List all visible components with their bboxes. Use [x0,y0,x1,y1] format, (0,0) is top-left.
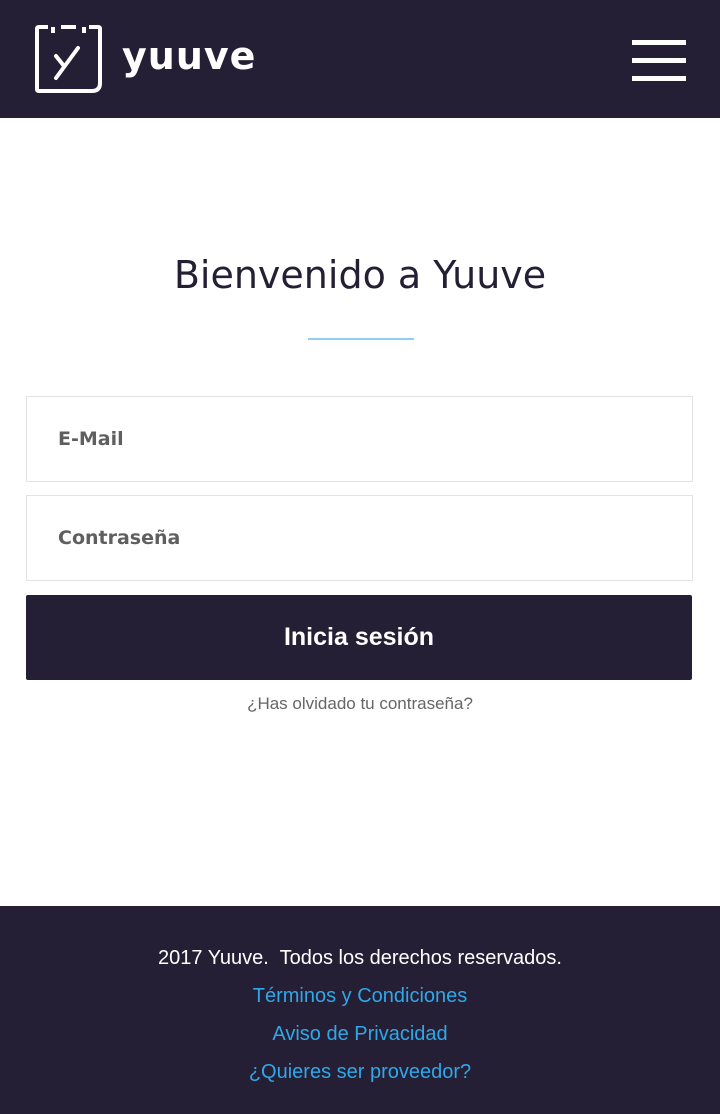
hamburger-menu-icon[interactable] [632,40,686,82]
menu-bar-bottom [632,76,686,81]
login-button[interactable]: Inicia sesión [26,595,692,680]
become-provider-link[interactable]: ¿Quieres ser proveedor? [0,1060,720,1084]
footer: 2017 Yuuve. Todos los derechos reservado… [0,906,720,1114]
menu-bar-middle [632,58,686,63]
menu-bar-top [632,40,686,45]
copyright-text: 2017 Yuuve. Todos los derechos reservado… [158,947,562,969]
top-navbar: yuuve [0,0,720,118]
page-title: Bienvenido a Yuuve [173,253,547,297]
password-field[interactable] [26,495,693,581]
brand-name: yuuve [122,34,257,78]
calendar-check-icon [35,25,102,93]
email-field[interactable] [26,396,693,482]
home-logo-link[interactable]: yuuve [34,24,256,94]
forgot-password-link[interactable]: ¿Has olvidado tu contraseña? [0,692,720,716]
title-divider [308,338,414,340]
terms-link[interactable]: Términos y Condiciones [0,984,720,1008]
privacy-link[interactable]: Aviso de Privacidad [0,1022,720,1046]
